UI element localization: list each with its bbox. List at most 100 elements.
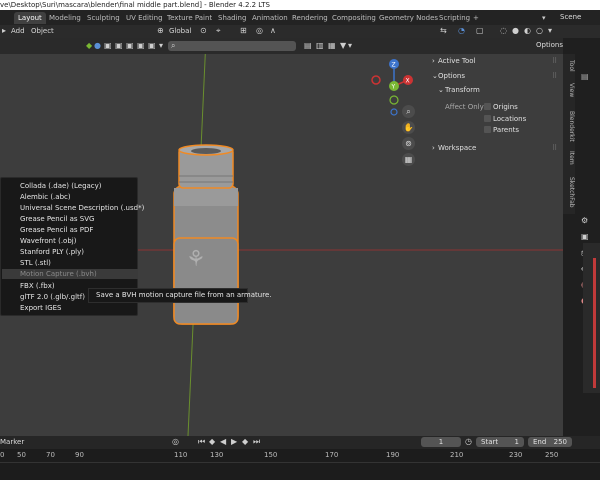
tab-geometry-nodes[interactable]: Geometry Nodes	[375, 12, 442, 24]
tab-uv-editing[interactable]: UV Editing	[122, 12, 167, 24]
tab-sketchfab[interactable]: SketchFab	[563, 174, 575, 210]
render-properties-icon[interactable]: ▣	[581, 232, 589, 242]
locations-checkbox[interactable]	[484, 115, 491, 122]
menu-item-fbx[interactable]: FBX (.fbx)	[20, 281, 55, 291]
add-workspace-button[interactable]: +	[469, 12, 483, 24]
new-collection-icon[interactable]: ▤	[304, 41, 312, 51]
menu-add[interactable]: Add	[11, 27, 25, 35]
properties-tab-icon[interactable]: ▤	[581, 72, 589, 82]
tab-rendering[interactable]: Rendering	[288, 12, 332, 24]
select-subtract-icon[interactable]: ▣	[126, 41, 134, 51]
menu-item-usd[interactable]: Universal Scene Description (.usd*)	[20, 203, 144, 213]
menu-object[interactable]: Object	[31, 27, 54, 35]
select-extend-icon[interactable]: ▣	[115, 41, 123, 51]
playback-options-icon[interactable]: ◎	[172, 437, 179, 447]
pan-hand-icon[interactable]: ✋	[402, 121, 415, 134]
jump-start-icon[interactable]: ⏮	[198, 437, 205, 447]
snap-target-icon[interactable]: ⊞	[240, 26, 247, 36]
tab-texture-paint[interactable]: Texture Paint	[163, 12, 216, 24]
options-dropdown[interactable]: Options	[536, 41, 563, 49]
tab-compositing[interactable]: Compositing	[328, 12, 380, 24]
panel-options[interactable]: Options	[438, 72, 465, 80]
play-icon[interactable]: ▶	[231, 437, 237, 447]
tab-animation[interactable]: Animation	[248, 12, 292, 24]
jump-keyframe-forward-icon[interactable]: ◆	[242, 437, 248, 447]
scrollbar[interactable]	[593, 258, 596, 388]
menu-item-collada[interactable]: Collada (.dae) (Legacy)	[20, 181, 102, 191]
menu-item-grease-pencil-pdf[interactable]: Grease Pencil as PDF	[20, 225, 93, 235]
wireframe-shading-icon[interactable]: ◌	[500, 26, 507, 36]
visibility-icon[interactable]: ●	[94, 41, 101, 51]
tab-shading[interactable]: Shading	[214, 12, 250, 24]
show-gizmo-icon[interactable]: ⇆	[440, 26, 447, 36]
scene-name[interactable]: Scene	[560, 13, 581, 21]
parents-label: Parents	[493, 126, 520, 134]
marker-menu[interactable]: Marker	[0, 438, 24, 446]
menu-item-grease-pencil-svg[interactable]: Grease Pencil as SVG	[20, 214, 94, 224]
copy-icon[interactable]: ▥	[316, 41, 324, 51]
tab-sculpting[interactable]: Sculpting	[83, 12, 124, 24]
start-frame-field[interactable]: Start 1	[476, 437, 524, 447]
funnel-icon[interactable]: ▼	[340, 41, 346, 51]
select-intersect-icon[interactable]: ▣	[148, 41, 156, 51]
scene-icon[interactable]: ▾	[542, 13, 546, 23]
end-frame-field[interactable]: End 250	[528, 437, 572, 447]
tab-tool[interactable]: Tool	[563, 58, 575, 74]
play-reverse-icon[interactable]: ◀	[220, 437, 226, 447]
object-type-icon[interactable]: ◆	[86, 41, 92, 51]
timeline-ruler[interactable]: 0 50 70 90 110 130 150 170 190 210 230 2…	[0, 449, 600, 480]
transform-orientation-dropdown[interactable]: Global	[169, 27, 191, 35]
orientation-icon[interactable]: ⊕	[157, 26, 164, 36]
select-invert-icon[interactable]: ▣	[137, 41, 145, 51]
menu-item-alembic[interactable]: Alembic (.abc)	[20, 192, 71, 202]
shading-options-icon[interactable]: ▾	[548, 26, 552, 36]
link-icon[interactable]: ▦	[328, 41, 336, 51]
tab-blenderkit[interactable]: Blenderkit	[563, 108, 575, 144]
drag-handle-icon[interactable]: ⠿	[552, 57, 557, 65]
zoom-icon[interactable]: ⌕	[402, 105, 415, 118]
panel-workspace[interactable]: Workspace	[438, 144, 476, 152]
tool-properties-icon[interactable]: ⚙	[581, 216, 588, 226]
show-overlays-icon[interactable]: ◔	[458, 26, 465, 36]
menu-item-motion-capture[interactable]: Motion Capture (.bvh)	[2, 269, 138, 279]
panel-active-tool[interactable]: Active Tool	[438, 57, 475, 65]
funnel-dropdown-icon[interactable]: ▾	[348, 41, 352, 51]
material-shading-icon[interactable]: ◐	[524, 26, 531, 36]
rendered-shading-icon[interactable]: ○	[536, 26, 543, 36]
perspective-toggle-icon[interactable]: ▦	[402, 153, 415, 166]
mode-dropdown-icon[interactable]: ▸	[2, 26, 6, 36]
drag-handle-icon[interactable]: ⠿	[552, 72, 557, 80]
filter-icon[interactable]: ▾	[159, 41, 163, 51]
snap-icon[interactable]: ⌖	[216, 26, 221, 36]
clock-icon[interactable]: ◷	[465, 437, 472, 447]
solid-shading-icon[interactable]: ●	[512, 26, 519, 36]
falloff-icon[interactable]: ∧	[270, 26, 276, 36]
origins-checkbox[interactable]	[484, 103, 491, 110]
options-expander-icon[interactable]: ⌄	[432, 72, 438, 80]
menu-item-stanford-ply[interactable]: Stanford PLY (.ply)	[20, 247, 84, 257]
jump-keyframe-back-icon[interactable]: ◆	[209, 437, 215, 447]
jump-end-icon[interactable]: ⏭	[253, 437, 260, 447]
transform-expander-icon[interactable]: ⌄	[438, 86, 444, 94]
pivot-icon[interactable]: ⊙	[200, 26, 207, 36]
navigation-gizmo[interactable]: Z X Y	[366, 56, 426, 116]
camera-view-icon[interactable]: ⊚	[402, 137, 415, 150]
workspace-expander-icon[interactable]: ›	[432, 144, 435, 152]
menu-item-export-iges[interactable]: Export IGES	[20, 303, 62, 313]
menu-item-stl[interactable]: STL (.stl)	[20, 258, 51, 268]
parents-checkbox[interactable]	[484, 126, 491, 133]
tab-view[interactable]: View	[563, 82, 575, 98]
select-box-icon[interactable]: ▣	[104, 41, 112, 51]
tab-modeling[interactable]: Modeling	[45, 12, 85, 24]
menu-item-gltf[interactable]: glTF 2.0 (.glb/.gltf)	[20, 292, 85, 302]
xray-icon[interactable]: ▢	[476, 26, 484, 36]
proportional-edit-icon[interactable]: ◎	[256, 26, 263, 36]
subpanel-transform[interactable]: Transform	[445, 86, 480, 94]
menu-item-wavefront[interactable]: Wavefront (.obj)	[20, 236, 76, 246]
current-frame-field[interactable]: 1	[421, 437, 461, 447]
tab-layout[interactable]: Layout	[14, 12, 46, 24]
active-tool-expander-icon[interactable]: ›	[432, 57, 435, 65]
drag-handle-icon[interactable]: ⠿	[552, 144, 557, 152]
search-input[interactable]: ⌕	[168, 41, 296, 51]
tab-item[interactable]: Item	[563, 150, 575, 166]
